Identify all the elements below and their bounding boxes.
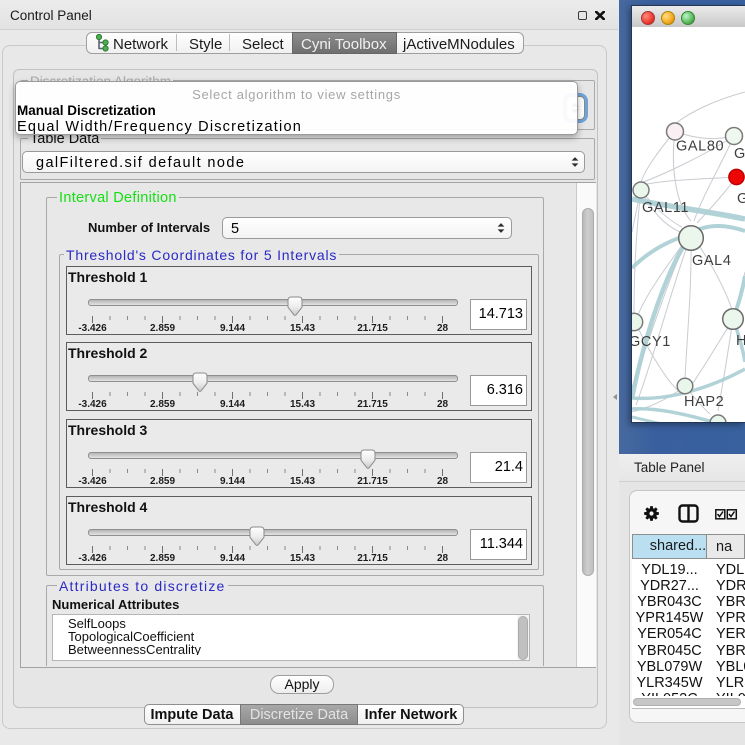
svg-text:GA: GA — [734, 146, 745, 162]
svg-text:GAL80: GAL80 — [676, 139, 724, 155]
svg-text:GAL4: GAL4 — [692, 253, 731, 269]
svg-text:GCY1: GCY1 — [632, 334, 671, 350]
svg-text:H: H — [736, 333, 745, 349]
svg-text:GAL11: GAL11 — [642, 200, 689, 216]
svg-text:HAP2: HAP2 — [684, 394, 724, 410]
svg-text:G: G — [737, 191, 745, 207]
